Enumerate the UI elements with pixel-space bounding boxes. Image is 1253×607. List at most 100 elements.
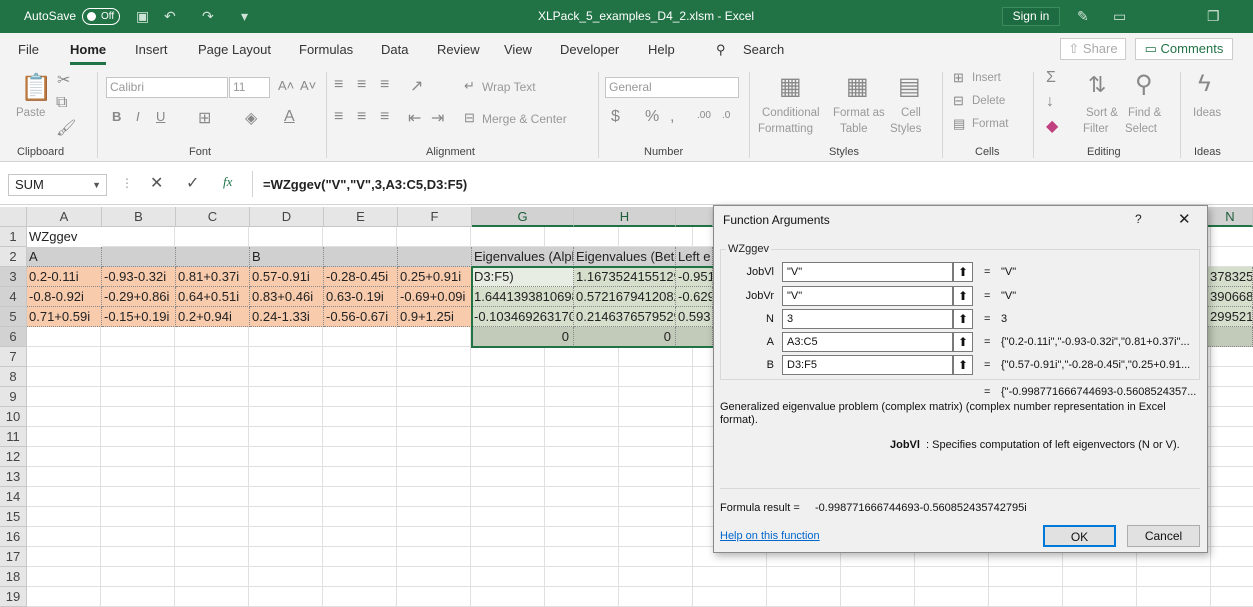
save-icon[interactable]: ▣ [136,8,149,25]
cell-n4[interactable]: 390668 [1208,287,1253,307]
row-header[interactable]: 5 [0,307,27,327]
cell-d5[interactable]: 0.24-1.33i [250,307,324,327]
cell-c4[interactable]: 0.64+0.51i [176,287,250,307]
cell-c3[interactable]: 0.81+0.37i [176,267,250,287]
find-select-icon[interactable]: ⚲ [1135,70,1153,99]
cell-styles-icon[interactable]: ▤ [898,72,921,101]
cell-b2[interactable] [102,247,176,267]
sign-in-button[interactable]: Sign in [1002,7,1060,26]
conditional-formatting-icon[interactable]: ▦ [779,72,802,101]
cell-a3[interactable]: 0.2-0.11i [27,267,102,287]
increase-indent-icon[interactable]: ⇥ [431,108,444,128]
collapse-dialog-icon[interactable]: ⬆ [953,286,973,306]
cell-c2[interactable] [176,247,250,267]
cell-d3[interactable]: 0.57-0.91i [250,267,324,287]
cell-i2[interactable]: Left e [676,247,713,267]
cell-b4[interactable]: -0.29+0.86i [102,287,176,307]
paste-icon[interactable]: 📋 [20,72,52,103]
column-header-h[interactable]: H [574,207,676,227]
column-header-c[interactable]: C [176,207,250,227]
clear-icon[interactable]: ◆ [1046,116,1058,136]
decrease-font-icon[interactable]: A˅ [300,78,316,93]
formula-input[interactable]: =WZggev("V","V",3,A3:C5,D3:F5) [263,177,467,192]
row-header[interactable]: 16 [0,527,27,547]
format-as-table-line1[interactable]: Format as [833,106,885,121]
undo-icon[interactable]: ↶ [164,8,176,25]
row-header[interactable]: 6 [0,327,27,347]
insert-cells-button[interactable]: Insert [972,71,1001,86]
align-left-icon[interactable]: ≡ [334,108,343,126]
insert-cells-icon[interactable]: ⊞ [953,70,964,86]
cell-e5[interactable]: -0.56-0.67i [324,307,398,327]
font-color-icon[interactable]: A [284,108,295,126]
arg-input-jobvl[interactable]: "V" [782,262,953,282]
collapse-dialog-icon[interactable]: ⬆ [953,309,973,329]
decrease-indent-icon[interactable]: ⇤ [408,108,421,128]
cell-f2[interactable] [398,247,472,267]
restore-icon[interactable]: ❐ [1207,8,1220,25]
row-header[interactable]: 13 [0,467,27,487]
cell-e3[interactable]: -0.28-0.45i [324,267,398,287]
tab-page-layout[interactable]: Page Layout [198,42,271,57]
format-as-table-line2[interactable]: Table [840,122,868,137]
arg-input-a[interactable]: A3:C5 [782,332,953,352]
italic-icon[interactable]: I [136,109,140,124]
tab-data[interactable]: Data [381,42,408,57]
tab-home[interactable]: Home [70,42,107,65]
conditional-formatting-line1[interactable]: Conditional [762,106,820,121]
cell-b3[interactable]: -0.93-0.32i [102,267,176,287]
quick-access-menu-icon[interactable]: ▾ [241,8,248,25]
cell-a4[interactable]: -0.8-0.92i [27,287,102,307]
cell-g2[interactable]: Eigenvalues (Alpha) [472,247,574,267]
tab-file[interactable]: File [18,42,39,57]
borders-icon[interactable]: ⊞ [198,108,211,128]
column-header-n[interactable]: N [1208,207,1253,227]
tab-insert[interactable]: Insert [135,42,168,57]
pen-icon[interactable]: ✎ [1077,8,1089,25]
paste-button[interactable]: Paste [16,106,45,121]
column-header-i[interactable] [676,207,713,227]
find-select-line2[interactable]: Select [1125,122,1157,137]
collapse-dialog-icon[interactable]: ⬆ [953,262,973,282]
comments-button[interactable]: ▭ Comments [1135,38,1233,60]
merge-center-icon[interactable]: ⊟ [464,110,475,126]
sort-filter-line2[interactable]: Filter [1083,122,1109,137]
column-header-a[interactable]: A [27,207,102,227]
tab-help[interactable]: Help [648,42,675,57]
row-header[interactable]: 18 [0,567,27,587]
cell-d4[interactable]: 0.83+0.46i [250,287,324,307]
column-header-e[interactable]: E [324,207,398,227]
sort-filter-line1[interactable]: Sort & [1086,106,1118,121]
bold-icon[interactable]: B [112,109,121,124]
merge-center-button[interactable]: Merge & Center [482,112,567,127]
row-header[interactable]: 1 [0,227,27,247]
autosave-toggle[interactable]: Off [82,8,120,25]
column-header-d[interactable]: D [250,207,324,227]
cell-d2[interactable]: B [250,247,324,267]
cell-styles-line1[interactable]: Cell [901,106,921,121]
select-all-corner[interactable] [0,207,27,227]
chevron-down-icon[interactable]: ▼ [92,175,101,195]
help-link[interactable]: Help on this function [720,530,820,542]
currency-icon[interactable]: $ [611,108,620,126]
find-select-line1[interactable]: Find & [1128,106,1161,121]
cell-h2[interactable]: Eigenvalues (Beta) [574,247,676,267]
cell-n6[interactable] [1208,327,1253,347]
row-header[interactable]: 14 [0,487,27,507]
help-icon[interactable]: ? [1135,212,1142,226]
cell-c5[interactable]: 0.2+0.94i [176,307,250,327]
cell-a1[interactable]: WZggev [27,227,102,247]
redo-icon[interactable]: ↷ [202,8,214,25]
cell-styles-line2[interactable]: Styles [890,122,921,137]
middle-align-icon[interactable]: ≡ [357,76,366,94]
format-painter-icon[interactable]: 🖌 [56,118,76,138]
wrap-text-button[interactable]: Wrap Text [482,80,536,95]
ideas-button[interactable]: Ideas [1193,106,1221,121]
arg-input-n[interactable]: 3 [782,309,953,329]
row-header[interactable]: 15 [0,507,27,527]
format-cells-button[interactable]: Format [972,117,1008,132]
share-button[interactable]: ⇧ Share [1060,38,1126,60]
format-cells-icon[interactable]: ▤ [953,116,965,132]
cell-f3[interactable]: 0.25+0.91i [398,267,472,287]
copy-icon[interactable]: ⧉ [56,94,67,112]
